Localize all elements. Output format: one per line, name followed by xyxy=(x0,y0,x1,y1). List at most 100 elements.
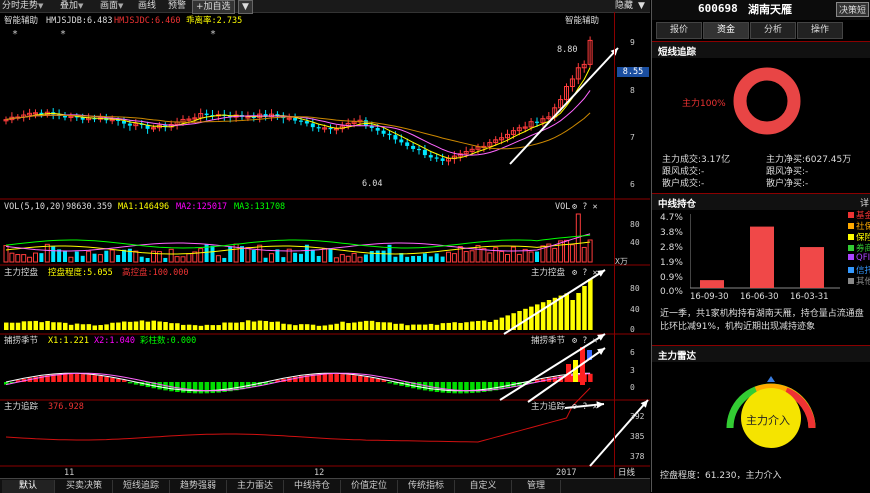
season-bar xyxy=(98,375,103,382)
period-selector[interactable]: 日线 xyxy=(618,468,635,478)
control-right-title: 主力控盘 xyxy=(531,268,566,278)
ind-hmjsjdb: HMJSJDB:6.483 xyxy=(46,16,113,26)
tab-manage[interactable]: 管理 xyxy=(512,480,561,493)
volume-bar xyxy=(522,248,528,263)
vol-unit: X万 xyxy=(615,257,628,266)
menu-screen[interactable]: 画面▼ xyxy=(100,0,123,12)
volume-bar xyxy=(339,254,345,263)
tab-value[interactable]: 价值定位 xyxy=(341,480,398,493)
donut-ring xyxy=(733,67,801,135)
control-bar xyxy=(116,322,121,330)
menu-alert[interactable]: 预警 xyxy=(168,0,186,12)
control-bar xyxy=(240,322,245,330)
legend-swatch xyxy=(848,254,854,260)
marker-icon: * xyxy=(210,29,216,40)
tab-operate[interactable]: 操作 xyxy=(797,22,843,39)
control-bar xyxy=(27,321,33,330)
control-high: 高控盘:100.000 xyxy=(122,268,189,278)
season-bar xyxy=(363,376,369,382)
season-cz: 彩柱数:0.000 xyxy=(140,336,197,346)
control-bar xyxy=(169,323,174,330)
legend-swatch xyxy=(848,234,854,240)
volume-bar xyxy=(15,254,21,263)
gear-icon[interactable]: ⚙ ? ✕ xyxy=(572,336,598,346)
control-bar xyxy=(405,325,410,330)
control-bar xyxy=(588,279,593,330)
volume-bar xyxy=(80,255,85,262)
tab-mid-hold[interactable]: 中线持仓 xyxy=(284,480,341,493)
season-bar xyxy=(440,382,446,393)
arrow-line xyxy=(509,47,619,165)
volume-bar xyxy=(569,244,575,263)
volume-bar xyxy=(63,250,67,262)
season-bar xyxy=(588,373,593,382)
tab-trend[interactable]: 趋势强弱 xyxy=(170,480,227,493)
section-radar: 主力雷达 xyxy=(652,345,870,362)
y-label: 392 xyxy=(630,412,645,421)
tab-fund[interactable]: 资金 xyxy=(703,22,749,39)
volume-bar xyxy=(3,245,9,263)
volume-bar xyxy=(469,250,475,263)
candle-body xyxy=(375,127,380,131)
hide-button[interactable]: 隐藏 xyxy=(615,0,633,12)
tab-quote[interactable]: 报价 xyxy=(656,22,702,39)
hide-arrow-icon[interactable]: ▼ xyxy=(638,0,645,12)
add-label: 加自选 xyxy=(203,2,231,12)
control-bar xyxy=(493,319,499,330)
ind-deviation: 乖离率:2.735 xyxy=(186,16,243,26)
volume-bar xyxy=(516,253,522,263)
control-bar xyxy=(293,325,298,330)
volume-bar xyxy=(363,254,368,262)
control-bar xyxy=(576,293,581,330)
season-bar xyxy=(210,382,215,394)
gear-icon[interactable]: ⚙ ? ✕ xyxy=(572,402,598,412)
x-label: 16-06-30 xyxy=(740,292,779,302)
tab-analysis[interactable]: 分析 xyxy=(750,22,796,39)
control-bar xyxy=(352,322,357,330)
candle-body xyxy=(328,127,333,130)
holding-bar xyxy=(700,280,724,288)
control-bar xyxy=(434,324,440,330)
season-bar xyxy=(63,373,68,382)
volume-bar xyxy=(564,239,569,263)
donut-chart xyxy=(733,67,801,135)
decision-button[interactable]: 决策短 xyxy=(836,2,870,17)
legend-item: 保险 xyxy=(848,231,870,243)
candle-body xyxy=(434,157,439,159)
menu-overlay[interactable]: 叠加▼ xyxy=(60,0,83,12)
gear-icon[interactable]: ⚙ ? ✕ xyxy=(572,268,598,278)
volume-bar xyxy=(310,249,315,262)
control-bar xyxy=(175,323,180,330)
menu-draw[interactable]: 画线 xyxy=(138,0,156,12)
control-bar xyxy=(263,321,269,330)
y-label: 0.0% xyxy=(660,287,683,297)
control-bar xyxy=(163,321,168,330)
control-bar xyxy=(499,317,505,330)
volume-bar xyxy=(257,244,263,263)
tab-radar[interactable]: 主力雷达 xyxy=(227,480,284,493)
control-bar xyxy=(139,320,145,330)
vol-title: VOL(5,10,20) xyxy=(4,202,66,212)
menu-label: 叠加 xyxy=(60,1,79,11)
volume-bar xyxy=(281,257,286,262)
gear-icon[interactable]: ⚙ ? ✕ xyxy=(572,202,598,212)
control-bar xyxy=(540,302,546,330)
tab-buy-sell[interactable]: 买卖决策 xyxy=(56,480,113,493)
control-bar xyxy=(375,322,381,330)
legend-item: 社保 xyxy=(848,220,870,232)
volume-bar xyxy=(493,247,499,263)
control-bar xyxy=(57,322,62,330)
candle-body xyxy=(428,155,433,158)
detail-link[interactable]: 详 xyxy=(860,196,869,209)
tab-traditional[interactable]: 传统指标 xyxy=(398,480,455,493)
marker-icon: * xyxy=(12,29,18,40)
tab-short-track[interactable]: 短线追踪 xyxy=(113,480,170,493)
y-label: 40 xyxy=(630,305,640,314)
volume-bar xyxy=(581,246,587,263)
legend-label: QFII xyxy=(856,253,870,263)
tab-default[interactable]: 默认 xyxy=(2,480,55,493)
menu-timeshare[interactable]: 分时走势▼ xyxy=(2,0,43,12)
control-bar xyxy=(222,322,227,330)
tab-custom[interactable]: 自定义 xyxy=(455,480,512,493)
volume-bar xyxy=(92,253,97,262)
